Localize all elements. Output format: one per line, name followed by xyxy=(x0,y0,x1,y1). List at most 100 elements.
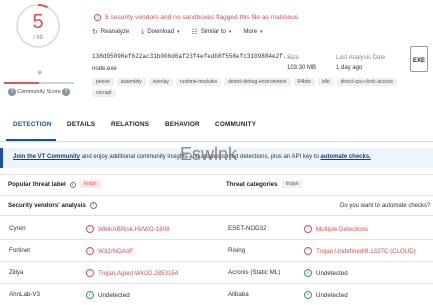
join-community-link[interactable]: Join the VT Community xyxy=(13,154,80,160)
alert-icon: ! xyxy=(304,247,312,255)
popular-threat-value[interactable]: trojan. xyxy=(80,180,102,188)
reanalyze-button[interactable]: ↻ Reanalyze xyxy=(92,28,129,36)
file-tag[interactable]: 64bits xyxy=(293,78,315,86)
tab-bar: DETECTION DETAILS RELATIONS BEHAVIOR COM… xyxy=(0,112,433,142)
vendor-name: AhnLab-V3 xyxy=(9,291,40,298)
chevron-down-icon: ▾ xyxy=(228,29,232,35)
vendor-result-text: Undetected xyxy=(316,291,348,299)
check-icon: ✓ xyxy=(304,269,312,277)
alert-icon: ! xyxy=(304,225,312,233)
last-analysis-value: 1 day ago xyxy=(336,65,363,71)
vendor-result: ✓ Undetected xyxy=(304,291,348,299)
file-type-label: EXE xyxy=(413,58,426,64)
download-icon: ⤓ xyxy=(141,28,145,35)
chevron-down-icon: ▾ xyxy=(260,29,263,35)
download-label: Download xyxy=(147,29,175,35)
threat-category-value[interactable]: trojan xyxy=(282,180,303,188)
divider xyxy=(0,215,433,216)
vendor-result-text: Trojan.Agent.Win32.2853154 xyxy=(98,269,179,277)
active-tab-indicator xyxy=(6,139,56,141)
file-tag[interactable]: assembly xyxy=(116,78,146,86)
engine-total: / 68 xyxy=(32,35,43,41)
vendor-result-text: Undetected xyxy=(98,291,130,299)
file-tag[interactable]: corrupt xyxy=(92,89,116,97)
file-type-icon: EXE xyxy=(410,46,428,72)
file-actions: ↻ Reanalyze ⤓ Download ▾ ☷ Similar to ▾ … xyxy=(92,28,263,36)
detection-count: 5 xyxy=(32,11,44,33)
more-label: More xyxy=(243,29,258,35)
download-button[interactable]: ⤓ Download ▾ xyxy=(141,28,179,36)
file-tag[interactable]: peexe xyxy=(92,78,114,86)
tab-details[interactable]: DETAILS xyxy=(67,121,95,128)
community-score-label: Community Score xyxy=(17,89,61,95)
divider xyxy=(0,195,433,196)
tab-relations[interactable]: RELATIONS xyxy=(111,121,149,128)
malicious-alert: ! 5 security vendors and no sandboxes fl… xyxy=(94,14,298,21)
alert-icon: ! xyxy=(94,14,101,21)
automate-prompt[interactable]: Do you want to automate checks? xyxy=(340,203,430,209)
file-tags: peexe assembly overlay runtime-modules detec… xyxy=(92,78,412,97)
vendor-result: ! Trojan.Undefined!8.1327C (CLOUD) xyxy=(304,247,416,255)
vendor-result-text: Multiple Detections xyxy=(316,225,369,233)
similar-icon: ☷ xyxy=(191,29,198,36)
reanalyze-label: Reanalyze xyxy=(100,29,130,35)
alert-text: 5 security vendors and no sandboxes flag… xyxy=(105,14,299,21)
vendor-result-text: W64/ABRisk.HVWO-1808 xyxy=(98,225,170,233)
popular-threat-label: Popular threat label i xyxy=(8,181,76,188)
table-row: Cyren! W64/ABRisk.HVWO-1808 ESET-NOD32! Mul… xyxy=(0,218,433,240)
file-name: node.exe xyxy=(92,66,117,72)
vendor-result: ! W32/NOAoF xyxy=(86,247,133,255)
table-row: Zillya! Trojan.Agent.Win32.2853154 Acronis… xyxy=(0,262,433,284)
tab-community[interactable]: COMMUNITY xyxy=(215,121,256,128)
question-icon[interactable]: ? xyxy=(62,88,70,96)
vendor-name: Acronis (Static ML) xyxy=(228,269,281,276)
info-icon[interactable]: i xyxy=(89,202,97,209)
detection-score-widget: 5 / 68 ● ? Community Score ? xyxy=(4,2,74,97)
check-icon: ✓ xyxy=(304,291,312,299)
similar-button[interactable]: ☷ Similar to ▾ xyxy=(192,28,232,36)
vendor-result: ! W64/ABRisk.HVWO-1808 xyxy=(86,225,170,233)
file-tag[interactable]: detect-debug-environment xyxy=(224,78,291,86)
vendor-name: Rising xyxy=(228,247,246,254)
refresh-icon: ↻ xyxy=(92,29,98,36)
similar-label: Similar to xyxy=(200,29,226,35)
question-icon[interactable]: ? xyxy=(8,88,16,96)
vendor-result: ✓ Undetected xyxy=(304,269,348,277)
vendor-name: Zillya xyxy=(9,269,24,276)
vendor-result: ✓ Undetected xyxy=(86,291,130,299)
vendor-result-text: Undetected xyxy=(316,269,348,277)
community-score-bar xyxy=(4,82,74,84)
last-analysis-label: Last Analysis Date xyxy=(336,55,386,61)
more-button[interactable]: More ▾ xyxy=(243,28,262,36)
community-score: ? Community Score ? xyxy=(8,87,70,97)
file-tag[interactable]: direct-cpu-clock-access xyxy=(336,78,397,86)
alert-icon: ! xyxy=(86,269,94,277)
vendors-header: Security vendors' analysis i xyxy=(8,202,97,209)
alert-icon: ! xyxy=(86,225,94,233)
info-icon[interactable]: i xyxy=(69,182,76,188)
tab-detection[interactable]: DETECTION xyxy=(13,121,52,128)
vendor-result-text: Trojan.Undefined!8.1327C (CLOUD) xyxy=(316,247,416,255)
tab-behavior[interactable]: BEHAVIOR xyxy=(165,121,200,128)
vendor-result: ! Multiple Detections xyxy=(304,225,368,233)
file-tag[interactable]: idle xyxy=(317,78,334,86)
threat-categories-label: Threat categories xyxy=(226,181,278,188)
table-row: AhnLab-V3 ✓ Undetected Alibaba ✓ Undetected xyxy=(0,284,433,305)
vendor-result-text: W32/NOAoF xyxy=(98,247,134,255)
vendor-name: Fortinet xyxy=(9,247,30,254)
file-tag[interactable]: overlay xyxy=(148,78,173,86)
check-icon: ✓ xyxy=(86,291,94,299)
automate-checks-link[interactable]: automate checks. xyxy=(321,154,371,160)
vendor-name: Cyren xyxy=(9,225,26,232)
file-tag[interactable]: runtime-modules xyxy=(175,78,222,86)
location-pin-icon: ● xyxy=(37,67,43,77)
watermark: Eswlnk xyxy=(180,144,238,164)
size-value: 103.30 MB xyxy=(287,65,317,71)
file-hash[interactable]: 138d95098ef622ac31b006d6af23f4efedb8f558… xyxy=(92,53,294,60)
popular-threat-title: Popular threat label xyxy=(8,181,66,188)
size-label: Size xyxy=(287,55,299,61)
divider xyxy=(0,174,433,175)
vendors-title: Security vendors' analysis xyxy=(8,202,86,209)
alert-icon: ! xyxy=(86,247,94,255)
vendor-name: ESET-NOD32 xyxy=(228,225,267,232)
